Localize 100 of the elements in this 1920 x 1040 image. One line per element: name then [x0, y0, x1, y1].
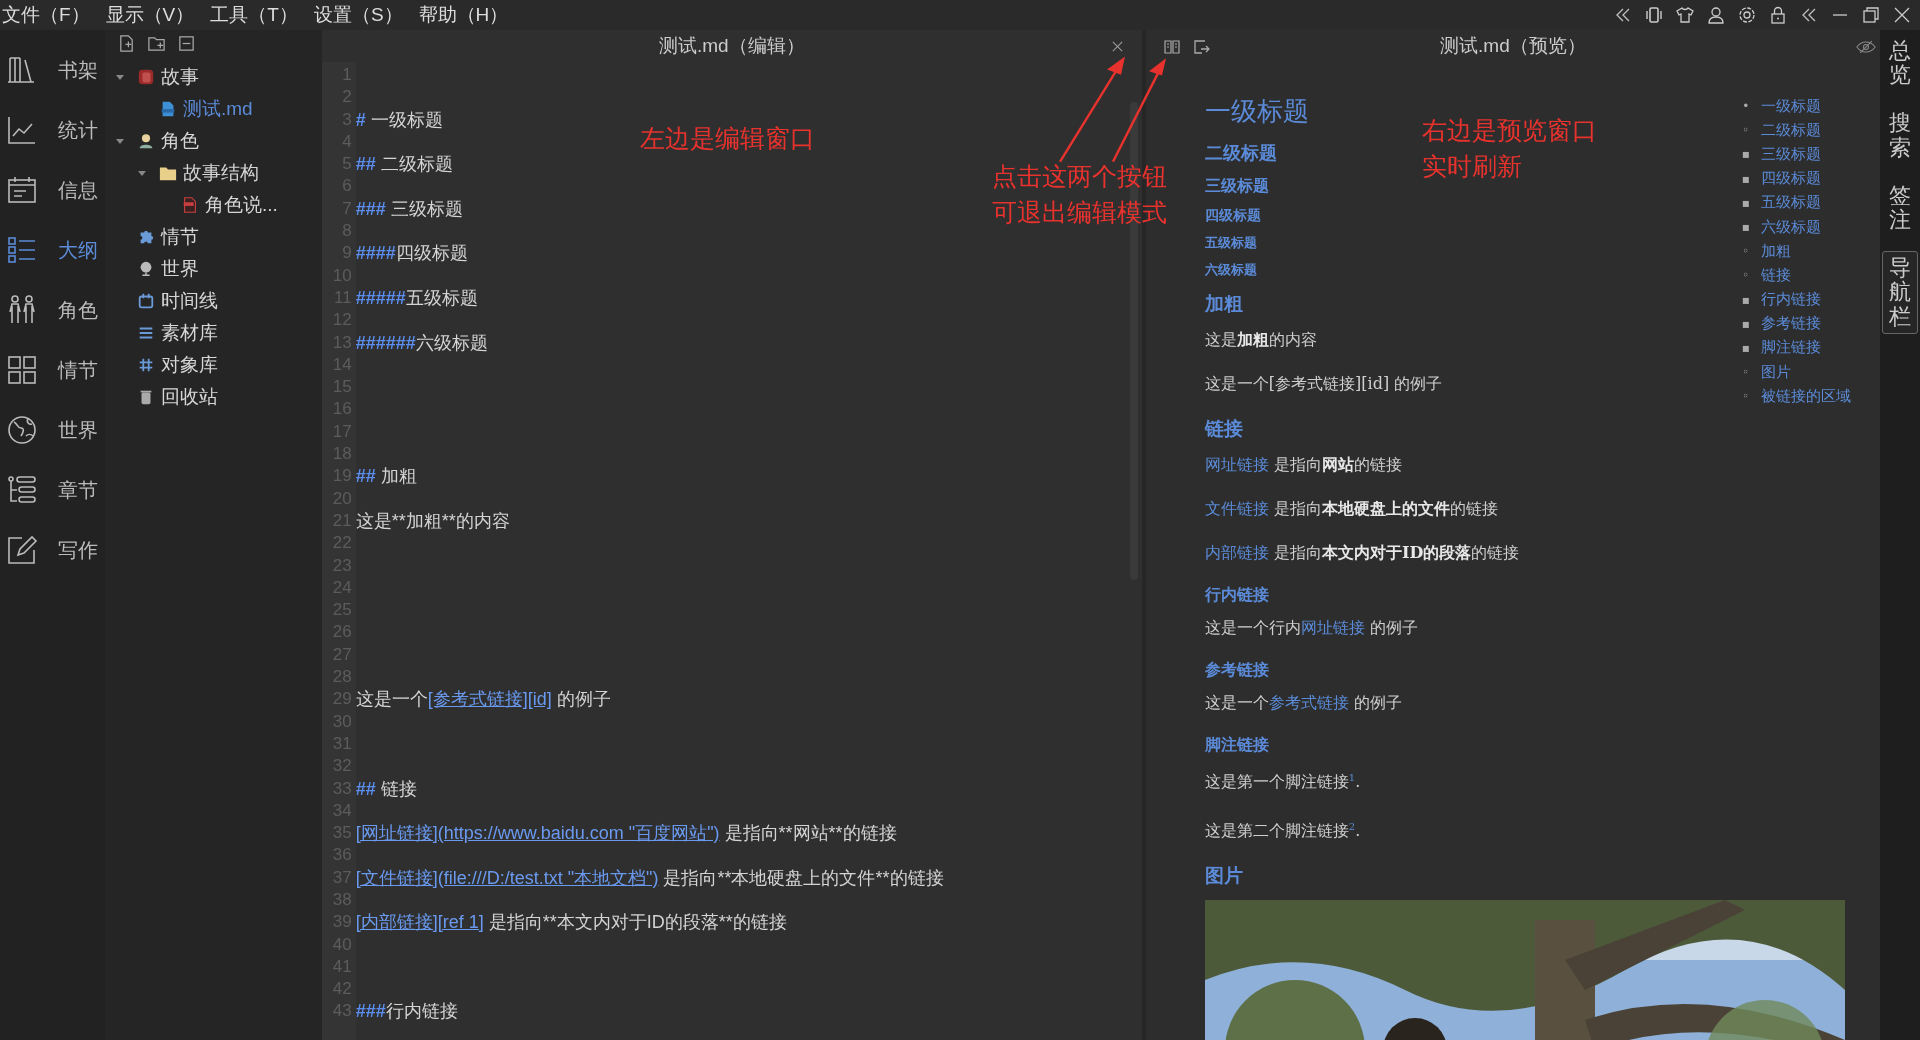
new-folder-icon[interactable] — [146, 34, 166, 53]
tree-item[interactable]: 素材库 — [160, 320, 218, 346]
link[interactable]: 网址链接 — [1300, 618, 1365, 637]
toc-link[interactable]: 一级标题 — [1760, 96, 1821, 116]
tree-item[interactable]: 世界 — [160, 256, 199, 282]
menu-item[interactable]: 显示（V） — [105, 2, 195, 28]
annotation-text: 实时刷新 — [1422, 151, 1522, 182]
nav-item[interactable]: 统计 — [0, 114, 105, 146]
menu-item[interactable]: 文件（F） — [2, 2, 90, 28]
user-icon[interactable] — [1706, 5, 1726, 25]
tree-item[interactable]: 角色 — [160, 128, 199, 154]
toc-link[interactable]: 图片 — [1760, 362, 1791, 382]
side-tab[interactable]: 导航栏 — [1882, 251, 1918, 334]
close-icon[interactable] — [1892, 5, 1912, 25]
toc-link[interactable]: 二级标题 — [1760, 120, 1821, 140]
nav-item[interactable]: 世界 — [0, 414, 105, 446]
nav-item[interactable]: 角色 — [0, 294, 105, 326]
code-line: [网址链接](https://www.baidu.com "百度网站") 是指向**网站**的链接 — [355, 822, 897, 845]
restore-icon[interactable] — [1861, 5, 1881, 25]
caret-down-icon[interactable] — [114, 136, 125, 146]
eye-slash-icon[interactable] — [1856, 40, 1877, 54]
lock-icon[interactable] — [1768, 5, 1788, 25]
annotation-text: 右边是预览窗口 — [1422, 115, 1597, 146]
globe-icon — [6, 414, 38, 446]
book-icon — [136, 68, 155, 86]
bullet: • — [1741, 99, 1751, 114]
annotation-text: 点击这两个按钮 — [992, 161, 1167, 192]
toc-link[interactable]: 三级标题 — [1760, 144, 1821, 164]
paragraph: 这是加粗的内容 — [1204, 329, 1317, 351]
tree-item[interactable]: 时间线 — [160, 288, 218, 314]
tree-item[interactable]: 测试.md — [182, 96, 253, 122]
link[interactable]: 参考式链接 — [1268, 693, 1349, 712]
close-icon[interactable] — [1110, 40, 1124, 53]
nav-item[interactable]: 书架 — [0, 54, 105, 86]
paragraph: 这是第二个脚注链接$^{2}$. — [1204, 819, 1361, 842]
bullet: ▪ — [1740, 147, 1751, 162]
editor-title: 测试.md（编辑） — [658, 34, 805, 58]
caret-down-icon[interactable] — [114, 72, 125, 82]
tree-item[interactable]: 故事 — [160, 64, 199, 90]
toc-link[interactable]: 五级标题 — [1760, 193, 1821, 213]
tree-item[interactable]: 故事结构 — [182, 160, 259, 186]
caret-down-icon[interactable] — [136, 168, 147, 178]
tree-item[interactable]: 对象库 — [160, 352, 218, 378]
annotation-text: 可退出编辑模式 — [992, 197, 1167, 228]
nav-item[interactable]: 章节 — [0, 474, 105, 506]
toc-link[interactable]: 加粗 — [1760, 241, 1791, 261]
menu-item[interactable]: 设置（S） — [313, 2, 403, 28]
toc-link[interactable]: 四级标题 — [1760, 169, 1821, 189]
link[interactable]: 网址链接 — [1204, 455, 1269, 474]
code-line: ####四级标题 — [355, 242, 468, 265]
link[interactable]: 文件链接 — [1204, 499, 1269, 518]
heading: 行内链接 — [1204, 585, 1269, 606]
code-line: ######六级标题 — [355, 331, 488, 354]
heading: 三级标题 — [1204, 176, 1269, 197]
bullet: ▪ — [1740, 316, 1751, 331]
grid-icon — [6, 354, 38, 386]
heading: 图片 — [1204, 862, 1243, 888]
heading: 二级标题 — [1204, 141, 1277, 165]
code-line: ###行内链接 — [355, 1000, 458, 1023]
menu-item[interactable]: 帮助（H） — [418, 2, 509, 28]
phone-icon[interactable] — [1644, 5, 1664, 25]
tree-item[interactable]: 回收站 — [160, 384, 218, 410]
list-icon — [6, 234, 38, 266]
tree-item[interactable]: 情节 — [160, 224, 199, 250]
side-tab[interactable]: 签注 — [1882, 178, 1918, 238]
nav-item[interactable]: 写作 — [0, 534, 105, 566]
side-tab[interactable]: 搜索 — [1882, 106, 1918, 165]
collapse-icon[interactable] — [176, 34, 196, 53]
bullet: ▪ — [1740, 171, 1751, 186]
heading: 链接 — [1204, 416, 1243, 441]
heading: 五级标题 — [1204, 234, 1257, 252]
preview-title: 测试.md（预览） — [1440, 34, 1586, 58]
export-icon[interactable] — [1192, 38, 1211, 56]
bullet: ▪ — [1740, 220, 1751, 235]
nav-item[interactable]: 情节 — [0, 354, 105, 386]
paragraph: 文件链接 是指向本地硬盘上的文件的链接 — [1204, 498, 1498, 520]
paragraph: 这是一个行内网址链接 的例子 — [1204, 617, 1418, 639]
menu-item[interactable]: 工具（T） — [210, 2, 298, 28]
toc-link[interactable]: 被链接的区域 — [1760, 386, 1851, 406]
heading: 脚注链接 — [1204, 735, 1269, 756]
toc-link[interactable]: 脚注链接 — [1760, 338, 1821, 358]
toc-link[interactable]: 行内链接 — [1760, 290, 1821, 310]
code-line: ## 二级标题 — [355, 153, 453, 176]
toc-link[interactable]: 六级标题 — [1760, 217, 1821, 237]
code-line: ## 链接 — [355, 777, 417, 800]
code-line: #####五级标题 — [355, 286, 478, 310]
tree-icon — [6, 474, 38, 506]
toc-link[interactable]: 参考链接 — [1760, 314, 1821, 334]
side-tab[interactable]: 总览 — [1882, 34, 1918, 93]
paragraph: 内部链接 是指向本文内对于ID的段落的链接 — [1204, 542, 1520, 564]
nav-item[interactable]: 大纲 — [0, 234, 105, 266]
code-line: [文件链接](file:///D:/test.txt "本地文档") 是指向**本地硬盘上的文件**的链接 — [355, 866, 944, 889]
bullet: ◦ — [1741, 389, 1751, 404]
link[interactable]: 内部链接 — [1204, 543, 1269, 562]
tree-item[interactable]: 角色说... — [204, 192, 278, 218]
toc-link[interactable]: 链接 — [1760, 265, 1791, 285]
book-icon[interactable] — [1162, 38, 1181, 56]
nav-item[interactable]: 信息 — [0, 174, 105, 206]
shirt-icon[interactable] — [1675, 5, 1695, 25]
settings-icon[interactable] — [1737, 5, 1757, 25]
